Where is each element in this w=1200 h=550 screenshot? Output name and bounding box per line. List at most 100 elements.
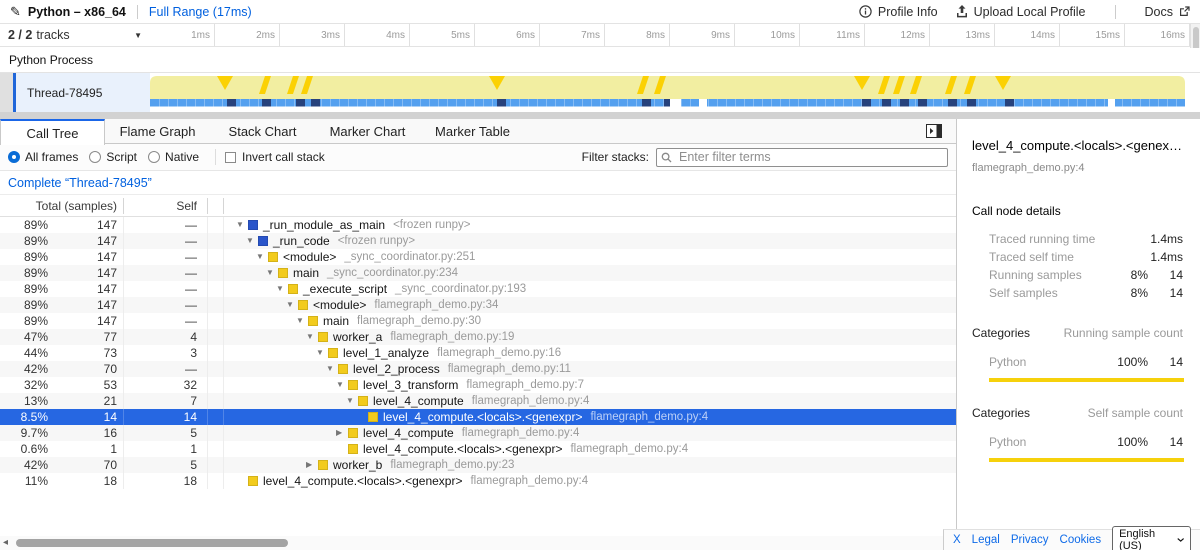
- table-row[interactable]: 13%217▼level_4_computeflamegraph_demo.py…: [0, 393, 956, 409]
- function-name: level_4_compute.<locals>.<genexpr>: [363, 441, 562, 457]
- search-icon: [661, 152, 672, 163]
- footer: X Legal Privacy Cookies English (US): [943, 529, 1200, 550]
- table-row[interactable]: 47%774▼worker_aflamegraph_demo.py:19: [0, 329, 956, 345]
- expand-icon[interactable]: ▶: [306, 457, 318, 473]
- self-samples: 5: [124, 457, 208, 473]
- table-row[interactable]: 44%733▼level_1_analyzeflamegraph_demo.py…: [0, 345, 956, 361]
- tab-stack-chart[interactable]: Stack Chart: [210, 119, 315, 143]
- collapse-icon[interactable]: ▼: [296, 313, 308, 329]
- upload-profile-button[interactable]: Upload Local Profile: [956, 5, 1086, 19]
- header-self[interactable]: Self: [124, 198, 208, 214]
- thread-track-row[interactable]: Thread-78495: [0, 73, 1200, 112]
- process-track-label: Python Process: [9, 53, 93, 67]
- tab-call-tree[interactable]: Call Tree: [0, 119, 105, 145]
- radio-native[interactable]: Native: [148, 150, 199, 164]
- footer-link-privacy[interactable]: Privacy: [1011, 534, 1049, 546]
- invert-call-stack-checkbox[interactable]: Invert call stack: [225, 150, 325, 164]
- tree-cell: ▼mainflamegraph_demo.py:30: [224, 313, 956, 329]
- function-name: main: [293, 265, 319, 281]
- collapse-icon[interactable]: ▼: [346, 393, 358, 409]
- icon-column: [208, 249, 224, 265]
- file-location: _sync_coordinator.py:251: [344, 249, 475, 265]
- total-samples: 73: [50, 345, 124, 361]
- table-row[interactable]: 32%5332▼level_3_transformflamegraph_demo…: [0, 377, 956, 393]
- function-name: level_1_analyze: [343, 345, 429, 361]
- horizontal-scrollbar[interactable]: ◂: [0, 536, 947, 550]
- category-square-icon: [368, 412, 378, 422]
- table-row[interactable]: 9.7%165▶level_4_computeflamegraph_demo.p…: [0, 425, 956, 441]
- tab-flame-graph[interactable]: Flame Graph: [105, 119, 210, 143]
- collapse-icon[interactable]: ▼: [326, 361, 338, 377]
- table-row[interactable]: 89%147—▼<module>flamegraph_demo.py:34: [0, 297, 956, 313]
- tab-marker-table[interactable]: Marker Table: [420, 119, 525, 143]
- table-row[interactable]: 89%147—▼<module>_sync_coordinator.py:251: [0, 249, 956, 265]
- category-square-icon: [248, 220, 258, 230]
- total-percent: 89%: [0, 313, 50, 329]
- language-select[interactable]: English (US): [1112, 526, 1191, 550]
- table-row[interactable]: 89%147—▼_execute_script_sync_coordinator…: [0, 281, 956, 297]
- ruler-tick: 8ms: [605, 24, 670, 46]
- table-row[interactable]: 42%705▶worker_bflamegraph_demo.py:23: [0, 457, 956, 473]
- categories-running-header: Categories Running sample count: [972, 326, 1183, 340]
- edit-pencil-icon[interactable]: ✎: [10, 4, 21, 20]
- tree-cell: ▼level_3_transformflamegraph_demo.py:7: [224, 377, 956, 393]
- category-python-bar: [989, 458, 1184, 462]
- self-samples: —: [124, 249, 208, 265]
- radio-script[interactable]: Script: [89, 150, 137, 164]
- footer-link-x[interactable]: X: [953, 534, 961, 546]
- divider: [137, 5, 138, 19]
- ruler-tick: 11ms: [800, 24, 865, 46]
- category-square-icon: [338, 364, 348, 374]
- tree-cell: ▼<module>flamegraph_demo.py:34: [224, 297, 956, 313]
- collapse-icon[interactable]: ▼: [236, 217, 248, 233]
- scroll-left-arrow-icon[interactable]: ◂: [3, 537, 8, 548]
- table-row[interactable]: 42%70—▼level_2_processflamegraph_demo.py…: [0, 361, 956, 377]
- footer-link-cookies[interactable]: Cookies: [1060, 534, 1102, 546]
- table-row[interactable]: 8.5%1414level_4_compute.<locals>.<genexp…: [0, 409, 956, 425]
- full-range-link[interactable]: Full Range (17ms): [149, 5, 252, 19]
- process-track-row[interactable]: Python Process: [0, 48, 1200, 73]
- category-square-icon: [298, 300, 308, 310]
- total-percent: 0.6%: [0, 441, 50, 457]
- table-row[interactable]: 11%1818level_4_compute.<locals>.<genexpr…: [0, 473, 956, 489]
- collapse-icon[interactable]: ▼: [266, 265, 278, 281]
- function-name: worker_b: [333, 457, 382, 473]
- profile-info-button[interactable]: Profile Info: [859, 5, 938, 19]
- total-percent: 89%: [0, 233, 50, 249]
- collapse-icon[interactable]: ▼: [306, 329, 318, 345]
- table-row[interactable]: 0.6%11level_4_compute.<locals>.<genexpr>…: [0, 441, 956, 457]
- category-square-icon: [248, 476, 258, 486]
- radio-all-frames[interactable]: All frames: [8, 150, 78, 164]
- table-row[interactable]: 89%147—▼_run_module_as_main<frozen runpy…: [0, 217, 956, 233]
- total-percent: 89%: [0, 217, 50, 233]
- icon-column: [208, 265, 224, 281]
- table-row[interactable]: 89%147—▼main_sync_coordinator.py:234: [0, 265, 956, 281]
- table-row[interactable]: 89%147—▼mainflamegraph_demo.py:30: [0, 313, 956, 329]
- category-square-icon: [328, 348, 338, 358]
- tab-marker-chart[interactable]: Marker Chart: [315, 119, 420, 143]
- docs-button[interactable]: Docs: [1145, 5, 1190, 19]
- collapse-icon[interactable]: ▼: [336, 377, 348, 393]
- activity-graph[interactable]: [150, 73, 1185, 112]
- expand-icon[interactable]: ▶: [336, 425, 348, 441]
- function-name: level_3_transform: [363, 377, 458, 393]
- collapse-icon[interactable]: ▼: [316, 345, 328, 361]
- collapse-icon[interactable]: ▼: [256, 249, 268, 265]
- header-total-samples[interactable]: Total (samples): [0, 198, 124, 214]
- collapse-icon[interactable]: ▼: [276, 281, 288, 297]
- total-percent: 89%: [0, 297, 50, 313]
- collapse-icon[interactable]: ▼: [286, 297, 298, 313]
- chevron-down-icon: [1177, 537, 1184, 543]
- sidebar-toggle-icon[interactable]: [926, 124, 942, 138]
- table-row[interactable]: 89%147—▼_run_code<frozen runpy>: [0, 233, 956, 249]
- filter-stacks-input[interactable]: [656, 148, 948, 167]
- breadcrumb: Complete “Thread-78495”: [0, 171, 956, 195]
- total-samples: 70: [50, 457, 124, 473]
- scrollbar-thumb[interactable]: [16, 539, 288, 547]
- icon-column: [208, 409, 224, 425]
- footer-link-legal[interactable]: Legal: [972, 534, 1000, 546]
- thread-track-label[interactable]: Thread-78495: [16, 73, 150, 112]
- collapse-icon[interactable]: ▼: [246, 233, 258, 249]
- tracks-dropdown-button[interactable]: 2 / 2 tracks ▼: [0, 24, 150, 46]
- breadcrumb-complete-thread[interactable]: Complete “Thread-78495”: [8, 176, 152, 190]
